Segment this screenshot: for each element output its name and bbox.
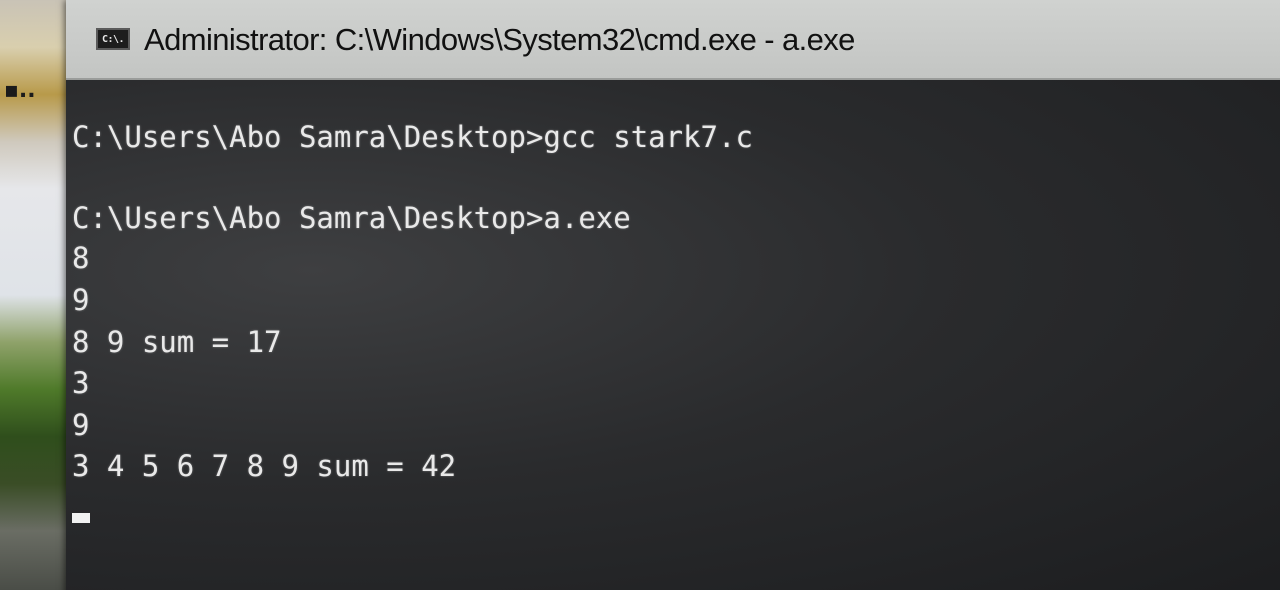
window-titlebar[interactable]: C:\. Administrator: C:\Windows\System32\…	[66, 0, 1280, 80]
text-cursor	[72, 513, 90, 523]
screen-photo: ▪.. C:\. Administrator: C:\Windows\Syste…	[0, 0, 1280, 590]
window-title: Administrator: C:\Windows\System32\cmd.e…	[144, 22, 855, 57]
terminal-line-result-1: 8 9 sum = 17	[72, 325, 282, 359]
terminal-line-compile-command: C:\Users\Abo Samra\Desktop>gcc stark7.c	[72, 120, 753, 154]
terminal-line-input-1: 8	[72, 241, 90, 275]
desktop-icon-fragment: ▪..	[4, 78, 36, 103]
cmd-window[interactable]: C:\. Administrator: C:\Windows\System32\…	[66, 0, 1280, 590]
cmd-console-icon[interactable]: C:\.	[96, 28, 130, 50]
terminal-line-input-3: 3	[72, 366, 90, 400]
terminal-line-run-command: C:\Users\Abo Samra\Desktop>a.exe	[72, 201, 631, 235]
terminal-line-input-2: 9	[72, 283, 90, 317]
terminal-line-result-2: 3 4 5 6 7 8 9 sum = 42	[72, 449, 457, 483]
terminal-line-input-4: 9	[72, 408, 90, 442]
terminal-output[interactable]: C:\Users\Abo Samra\Desktop>gcc stark7.c …	[72, 110, 1272, 580]
